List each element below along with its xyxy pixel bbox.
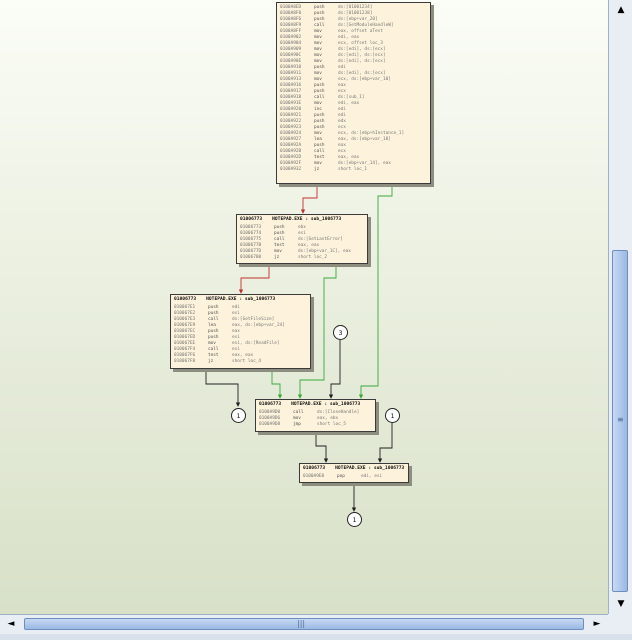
edge-ref3-n5 <box>377 423 393 463</box>
graph-ref-circle-1c[interactable]: 1 <box>347 512 362 527</box>
edge-ref2-n4 <box>328 340 341 399</box>
node-header-function: NOTEPAD.EXE : sub_1006773 <box>272 217 342 222</box>
asm-address: 01006780 <box>240 255 262 260</box>
edge-n3-n4 <box>271 370 283 399</box>
node-header-address: 01006773 <box>240 217 263 222</box>
graph-ref-circle-1[interactable]: 1 <box>231 408 246 423</box>
graph-view-window: 0100A8ED push ds:[01001234] 0100A8F0 push ds:… <box>0 0 632 640</box>
asm-line[interactable]: 010067F8 jz short loc_4 <box>174 359 307 365</box>
graph-ref-circle-3[interactable]: 3 <box>333 325 348 340</box>
vertical-grip-icon: ≡ <box>617 415 624 424</box>
vertical-scroll-thumb[interactable]: ≡ <box>612 250 628 592</box>
node-header: 01006773 NOTEPAD.EXE : sub_1006773 <box>303 466 405 472</box>
graph-canvas[interactable]: 0100A8ED push ds:[01001234] 0100A8F0 push ds:… <box>0 0 608 612</box>
asm-address: 0100A932 <box>280 167 302 172</box>
asm-line[interactable]: 0100A9E0 pop edi, esi <box>303 474 405 480</box>
asm-operand: short loc_2 <box>298 255 328 260</box>
asm-address: 0100A9D8 <box>259 422 281 427</box>
scroll-down-button[interactable]: ▼ <box>614 597 628 611</box>
status-strip <box>0 634 632 640</box>
node-header: 01006773 NOTEPAD.EXE : sub_1006773 <box>259 402 372 408</box>
node-header-address: 01006773 <box>259 402 282 407</box>
node-header: 01006773 NOTEPAD.EXE : sub_1006773 <box>240 217 364 223</box>
node-header: 01006773 NOTEPAD.EXE : sub_1006773 <box>174 297 307 303</box>
asm-mnemonic: jz <box>274 255 280 260</box>
graph-node-block-1[interactable]: 0100A8ED push ds:[01001234] 0100A8F0 push ds:… <box>276 2 431 184</box>
edge-n3-ref1 <box>205 370 241 407</box>
scrollbar-corner <box>608 614 632 634</box>
horizontal-scroll-thumb[interactable]: ||| <box>24 618 584 630</box>
horizontal-grip-icon: ||| <box>297 619 306 628</box>
node-header-function: NOTEPAD.EXE : sub_1006773 <box>291 402 361 407</box>
edge-n4-n5 <box>315 432 329 463</box>
graph-ref-circle-1b[interactable]: 1 <box>385 408 400 423</box>
asm-address: 010067F8 <box>174 359 196 364</box>
asm-line[interactable]: 0100A932 jz short loc_1 <box>280 167 427 173</box>
scroll-left-button[interactable]: ◄ <box>4 617 18 631</box>
asm-mnemonic: jz <box>208 359 214 364</box>
asm-operand: short loc_1 <box>338 167 368 172</box>
node-header-function: NOTEPAD.EXE : sub_1006773 <box>206 297 276 302</box>
scroll-up-button[interactable]: ▲ <box>614 3 628 17</box>
asm-operand: short loc_4 <box>232 359 262 364</box>
node-header-address: 01006773 <box>174 297 197 302</box>
asm-operand: short loc_5 <box>317 422 347 427</box>
node-header-address: 01006773 <box>303 466 326 471</box>
graph-node-block-3[interactable]: 01006773 NOTEPAD.EXE : sub_1006773 010067E… <box>170 294 311 369</box>
asm-line[interactable]: 01006780 jz short loc_2 <box>240 255 364 261</box>
graph-node-block-4[interactable]: 01006773 NOTEPAD.EXE : sub_1006773 0100A9D… <box>255 399 376 432</box>
edge-n2-n3 <box>238 264 270 294</box>
asm-mnemonic: jmp <box>293 422 301 427</box>
horizontal-scrollbar[interactable]: ◄ ||| ► <box>0 614 608 634</box>
graph-node-block-5[interactable]: 01006773 NOTEPAD.EXE : sub_1006773 0100A9E… <box>299 463 409 483</box>
asm-address: 0100A9E0 <box>303 474 325 479</box>
asm-mnemonic: jz <box>314 167 320 172</box>
asm-mnemonic: pop <box>337 474 345 479</box>
vertical-scrollbar[interactable]: ▲ ≡ ▼ <box>608 0 632 614</box>
node-header-function: NOTEPAD.EXE : sub_1006773 <box>335 466 405 471</box>
edge-n1-n2 <box>300 184 318 214</box>
asm-operand: edi, esi <box>361 474 383 479</box>
scroll-right-button[interactable]: ► <box>590 617 604 631</box>
graph-node-block-2[interactable]: 01006773 NOTEPAD.EXE : sub_1006773 0100677… <box>236 214 368 264</box>
asm-line[interactable]: 0100A9D8 jmp short loc_5 <box>259 422 372 428</box>
